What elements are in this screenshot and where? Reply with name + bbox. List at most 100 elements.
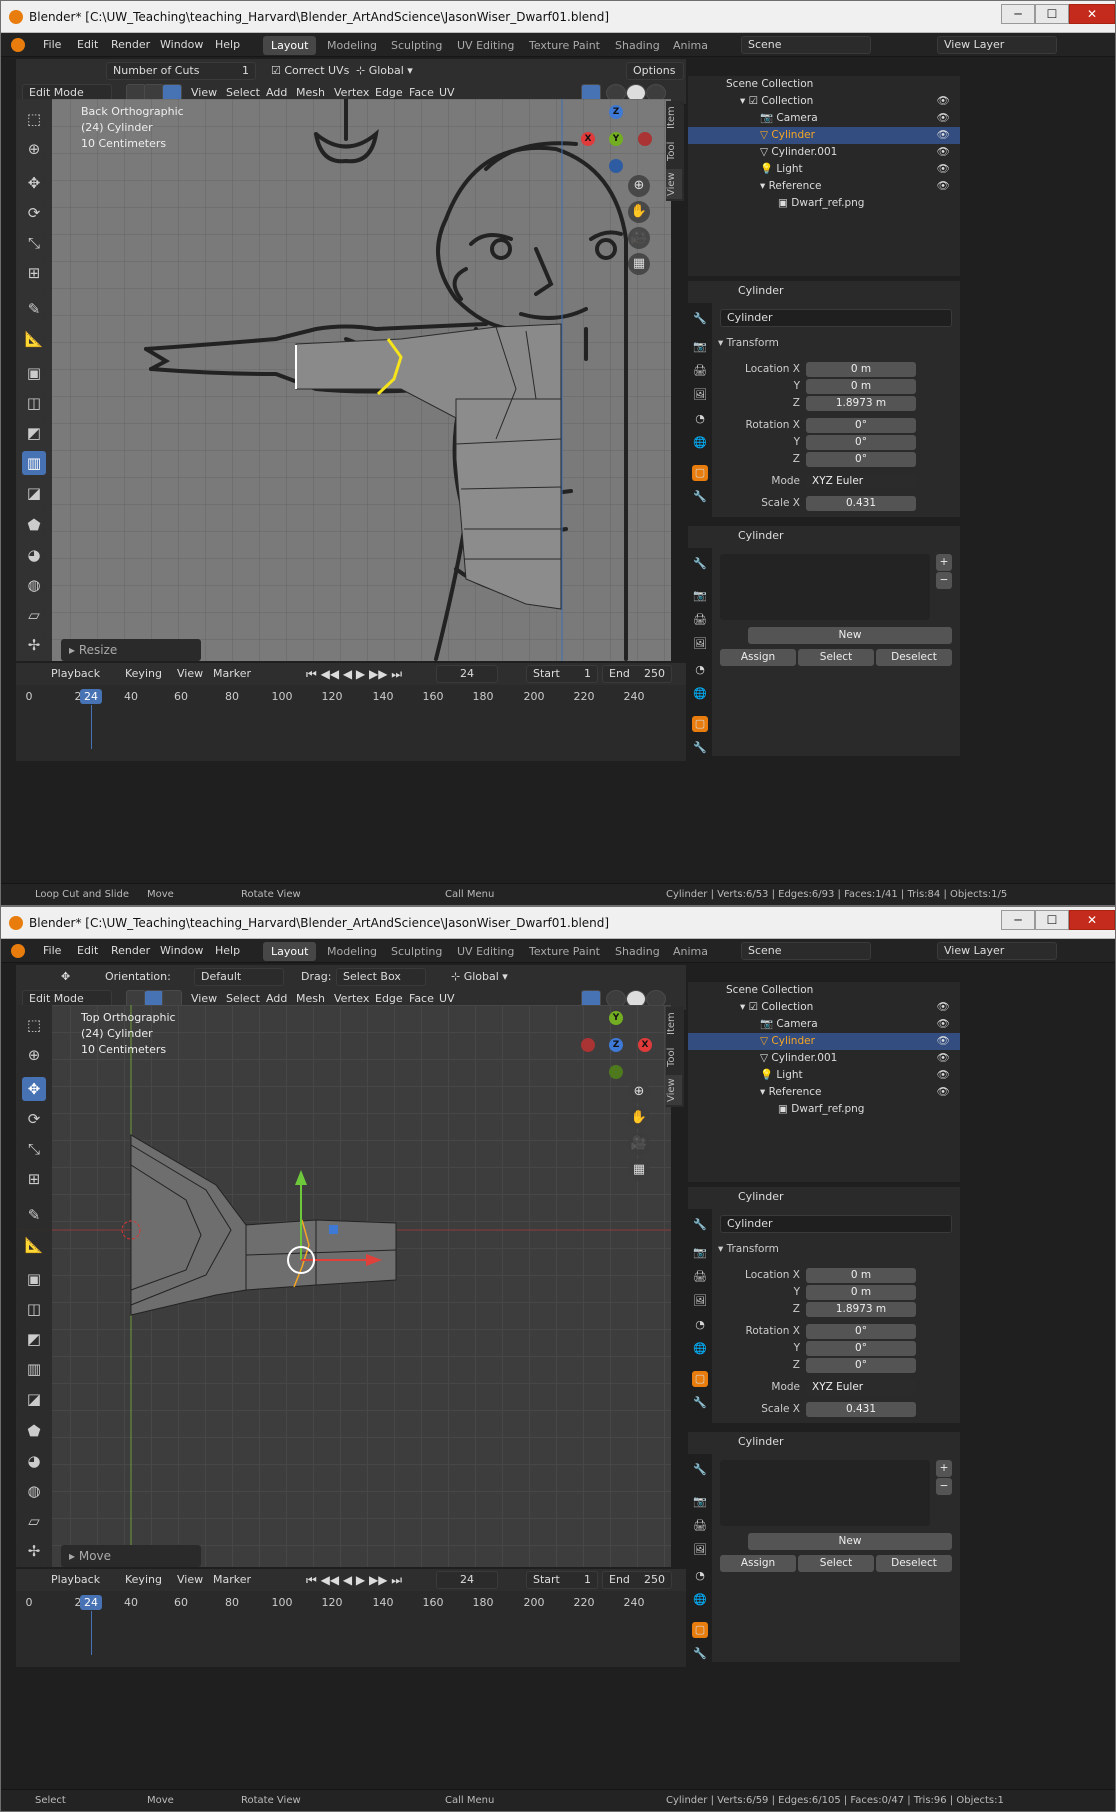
transform-icon[interactable]: ⊞	[22, 261, 46, 285]
neg-y-axis-icon[interactable]	[609, 1065, 623, 1079]
number-of-cuts-field[interactable]: Number of Cuts 1	[106, 62, 256, 80]
annotate-icon[interactable]: ✎	[22, 1203, 46, 1227]
ortho-grid-icon[interactable]: ▦	[628, 253, 650, 275]
transform-section-header[interactable]: ▾ Transform	[718, 337, 779, 349]
object-tab-icon[interactable]: ▢	[692, 716, 708, 732]
tool-tab-icon[interactable]: 🔧	[692, 1217, 708, 1233]
gizmo-plane-handle[interactable]	[329, 1225, 338, 1234]
tab-uv-editing[interactable]: UV Editing	[449, 36, 522, 55]
smooth-icon[interactable]: ◍	[22, 1479, 46, 1503]
last-operator-panel[interactable]: ▸ Resize	[61, 639, 201, 661]
location-y-field[interactable]: 0 m	[806, 379, 916, 394]
tool-tab-icon[interactable]: 🔧	[692, 556, 708, 572]
view-layer-tab-icon[interactable]: 🖼	[692, 1293, 708, 1309]
measure-icon[interactable]: 📐	[22, 1233, 46, 1257]
extrude-icon[interactable]: ▣	[22, 1267, 46, 1291]
camera-view-icon[interactable]: 🎥	[628, 227, 650, 249]
options-dropdown[interactable]: Options	[626, 62, 684, 80]
scene-field[interactable]: Scene	[741, 36, 871, 54]
remove-group-button[interactable]: −	[936, 1478, 952, 1495]
close-button[interactable]: ✕	[1069, 910, 1115, 930]
world-tab-icon[interactable]: 🌐	[692, 686, 708, 702]
transform-section-header[interactable]: ▾ Transform	[718, 1243, 779, 1255]
view-layer-tab-icon[interactable]: 🖼	[692, 1542, 708, 1558]
assign-button[interactable]: Assign	[720, 649, 796, 666]
transform-orientation-dropdown[interactable]: ⊹ Global ▾	[351, 62, 418, 80]
rotation-z-field[interactable]: 0°	[806, 1358, 916, 1373]
tab-layout[interactable]: Layout	[263, 36, 317, 55]
outliner-row-scene-collection[interactable]: Scene Collection	[688, 982, 960, 999]
modifier-tab-icon[interactable]: 🔧	[692, 1646, 708, 1662]
tab-animation[interactable]: Anima	[665, 942, 716, 961]
remove-group-button[interactable]: −	[936, 572, 952, 589]
rotate-icon[interactable]: ⟳	[22, 201, 46, 225]
rotation-x-field[interactable]: 0°	[806, 418, 916, 433]
timeline-ruler[interactable]: 0 2 40 60 80 100 120 140 160 180 200 220…	[16, 1593, 686, 1611]
playback-controls-icon[interactable]: ⏮ ◀◀ ◀ ▶ ▶▶ ⏭	[301, 1571, 407, 1589]
y-axis-icon[interactable]: Y	[609, 1011, 623, 1025]
scene-tab-icon[interactable]: ◔	[692, 1568, 708, 1584]
move-icon[interactable]: ✥	[22, 171, 46, 195]
blender-menu-icon[interactable]	[11, 944, 25, 958]
tab-texture-paint[interactable]: Texture Paint	[521, 942, 608, 961]
timeline-marker-menu[interactable]: Marker	[208, 1571, 256, 1589]
x-axis-icon[interactable]: X	[581, 132, 595, 146]
3d-viewport[interactable]: Top Orthographic (24) Cylinder 10 Centim…	[16, 1005, 671, 1567]
knife-icon[interactable]: ◪	[22, 1387, 46, 1411]
timeline-keying-menu[interactable]: Keying	[120, 1571, 167, 1589]
transform-icon[interactable]: ⊞	[22, 1167, 46, 1191]
outliner-row-cylinder-001[interactable]: ▽ Cylinder.001 👁	[688, 144, 960, 161]
scale-icon[interactable]: ⤡	[22, 1137, 46, 1161]
add-group-button[interactable]: +	[936, 554, 952, 571]
scene-tab-icon[interactable]: ◔	[692, 662, 708, 678]
rotation-mode-dropdown[interactable]: XYZ Euler	[806, 1380, 916, 1395]
new-button[interactable]: New	[748, 627, 952, 644]
scale-x-field[interactable]: 0.431	[806, 496, 916, 511]
blender-menu-icon[interactable]	[11, 38, 25, 52]
cursor-icon[interactable]: ⊕	[22, 1043, 46, 1067]
tab-layout[interactable]: Layout	[263, 942, 317, 961]
pan-hand-icon[interactable]: ✋	[628, 201, 650, 223]
current-frame-field[interactable]: 24	[436, 665, 498, 683]
measure-icon[interactable]: 📐	[22, 327, 46, 351]
menu-help[interactable]: Help	[215, 38, 240, 51]
transform-orientation-dropdown[interactable]: ⊹ Global ▾	[446, 968, 513, 986]
view-layer-field[interactable]: View Layer	[937, 942, 1057, 960]
loop-cut-icon[interactable]: ▥	[22, 451, 46, 475]
pan-hand-icon[interactable]: ✋	[628, 1107, 650, 1129]
vertex-group-list[interactable]	[720, 1460, 930, 1526]
select-button[interactable]: Select	[798, 649, 874, 666]
menu-file[interactable]: File	[43, 38, 61, 51]
loop-cut-icon[interactable]: ▥	[22, 1357, 46, 1381]
rotation-y-field[interactable]: 0°	[806, 435, 916, 450]
timeline-playback-menu[interactable]: Playback	[46, 665, 105, 683]
object-tab-icon[interactable]: ▢	[692, 1622, 708, 1638]
tab-texture-paint[interactable]: Texture Paint	[521, 36, 608, 55]
neg-x-axis-icon[interactable]	[638, 132, 652, 146]
view-layer-field[interactable]: View Layer	[937, 36, 1057, 54]
outliner-row-camera[interactable]: 📷 Camera 👁	[688, 1016, 960, 1033]
extrude-icon[interactable]: ▣	[22, 361, 46, 385]
3d-viewport[interactable]: Back Orthographic (24) Cylinder 10 Centi…	[16, 99, 671, 661]
move-icon[interactable]: ✥	[22, 1077, 46, 1101]
outliner-row-camera[interactable]: 📷 Camera 👁	[688, 110, 960, 127]
render-tab-icon[interactable]: 📷	[692, 1494, 708, 1510]
output-tab-icon[interactable]: 🖨	[692, 612, 708, 628]
start-frame-field[interactable]: Start 1	[526, 665, 598, 683]
maximize-button[interactable]: ☐	[1035, 4, 1069, 24]
menu-edit[interactable]: Edit	[77, 944, 98, 957]
select-box-icon[interactable]: ⬚	[22, 107, 46, 131]
y-axis-icon[interactable]: Y	[609, 132, 623, 146]
outliner-row-light[interactable]: 💡 Light 👁	[688, 1067, 960, 1084]
tab-modeling[interactable]: Modeling	[319, 942, 385, 961]
render-tab-icon[interactable]: 📷	[692, 339, 708, 355]
outliner-row-dwarf-ref[interactable]: ▣ Dwarf_ref.png	[688, 1101, 960, 1118]
world-tab-icon[interactable]: 🌐	[692, 1341, 708, 1357]
zoom-icon[interactable]: ⊕	[628, 1081, 650, 1103]
menu-render[interactable]: Render	[111, 38, 150, 51]
camera-view-icon[interactable]: 🎥	[628, 1133, 650, 1155]
select-box-icon[interactable]: ⬚	[22, 1013, 46, 1037]
shear-icon[interactable]: ▱	[22, 603, 46, 627]
timeline-view-menu[interactable]: View	[172, 665, 208, 683]
modifier-tab-icon[interactable]: 🔧	[692, 1395, 708, 1411]
